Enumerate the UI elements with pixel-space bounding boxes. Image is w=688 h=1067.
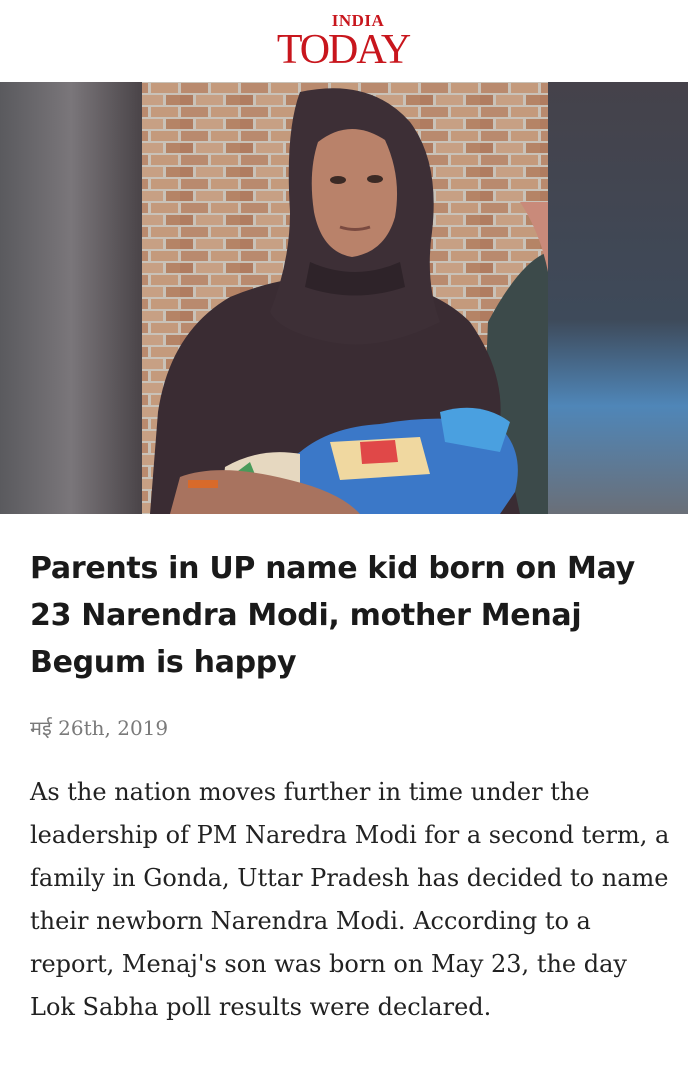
india-today-logo[interactable]: INDIA TODAY bbox=[268, 12, 418, 76]
logo-main-text: TODAY bbox=[276, 27, 411, 73]
photo-illustration bbox=[0, 82, 688, 514]
article-date: मई 26th, 2019 bbox=[30, 716, 169, 740]
header: INDIA TODAY bbox=[0, 0, 688, 82]
article-headline[interactable]: Parents in UP name kid born on May 23 Na… bbox=[30, 545, 660, 686]
article-body: As the nation moves further in time unde… bbox=[30, 778, 670, 1021]
article-photo[interactable] bbox=[0, 82, 688, 514]
